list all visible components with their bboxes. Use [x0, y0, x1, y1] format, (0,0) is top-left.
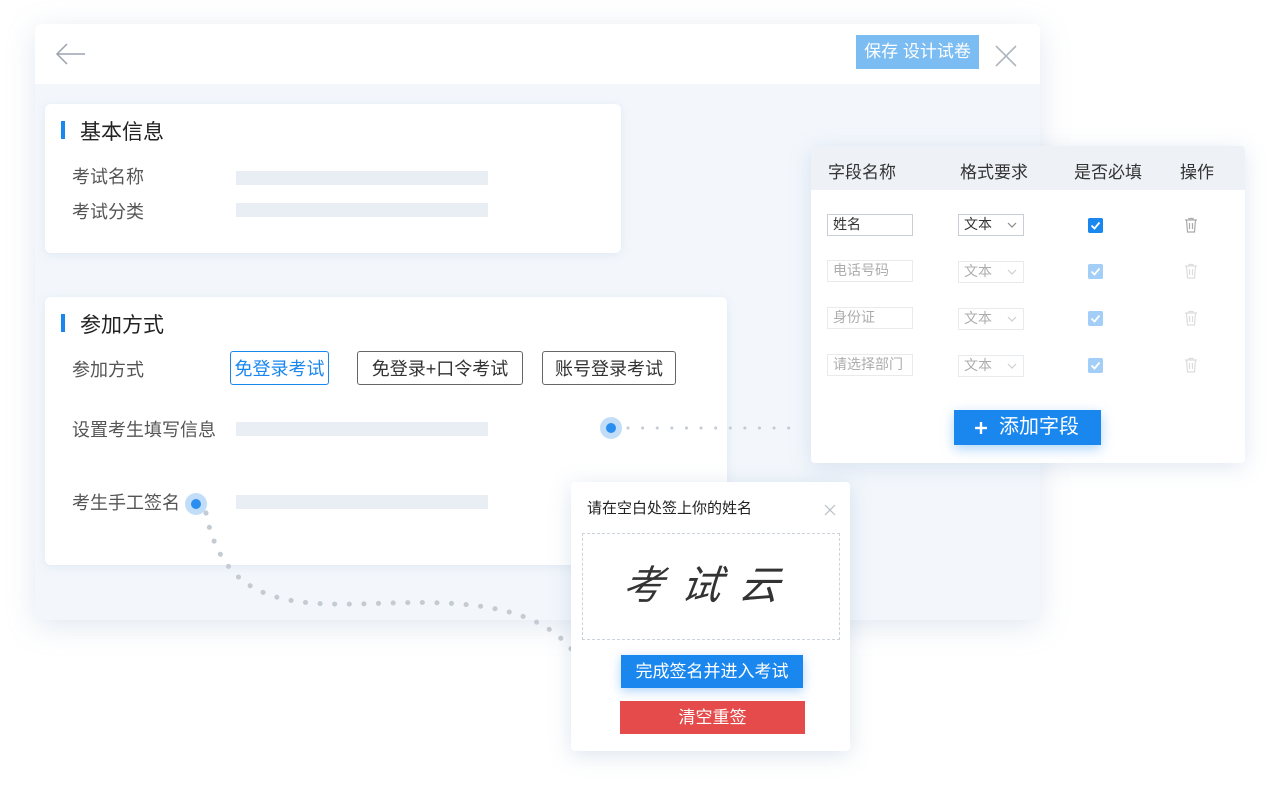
candidate-info-label: 设置考生填写信息: [72, 420, 216, 441]
trash-icon[interactable]: [1184, 310, 1198, 326]
column-field-name: 字段名称: [828, 163, 896, 183]
close-icon[interactable]: [992, 42, 1020, 70]
format-select[interactable]: 文本: [958, 355, 1024, 377]
candidate-info-field[interactable]: [236, 422, 488, 436]
chevron-down-icon: [1007, 222, 1017, 228]
format-select[interactable]: 文本: [958, 214, 1024, 236]
format-select-value: 文本: [964, 311, 992, 327]
option-no-login-password[interactable]: 免登录+口令考试: [357, 351, 523, 385]
field-name-input[interactable]: 电话号码: [827, 260, 913, 282]
option-account-login[interactable]: 账号登录考试: [542, 351, 676, 385]
finish-signature-label: 完成签名并进入考试: [635, 662, 789, 681]
required-checkbox[interactable]: [1088, 311, 1103, 326]
connector-dot-center: [606, 423, 616, 433]
format-select-value: 文本: [964, 358, 992, 374]
format-select[interactable]: 文本: [958, 308, 1024, 330]
exam-category-label: 考试分类: [72, 202, 144, 223]
column-required: 是否必填: [1074, 163, 1142, 183]
required-checkbox[interactable]: [1088, 358, 1103, 373]
required-checkbox[interactable]: [1088, 218, 1103, 233]
trash-icon[interactable]: [1184, 357, 1198, 373]
exam-name-label: 考试名称: [72, 167, 144, 188]
required-checkbox[interactable]: [1088, 264, 1103, 279]
exam-name-field[interactable]: [236, 171, 488, 185]
trash-icon[interactable]: [1184, 263, 1198, 279]
chevron-down-icon: [1007, 269, 1017, 275]
format-select[interactable]: 文本: [958, 261, 1024, 283]
add-field-button[interactable]: 添加字段: [954, 410, 1101, 445]
section-marker: [61, 314, 65, 332]
trash-icon[interactable]: [1184, 217, 1198, 233]
join-method-label: 参加方式: [72, 360, 144, 381]
connector-dot-center: [191, 499, 201, 509]
field-name-input[interactable]: 请选择部门: [827, 354, 913, 376]
option-no-login[interactable]: 免登录考试: [230, 351, 329, 385]
handwritten-signature: 考试云: [620, 563, 801, 609]
join-method-title: 参加方式: [80, 313, 164, 337]
format-select-value: 文本: [964, 264, 992, 280]
save-design-button[interactable]: 保存 设计试卷: [856, 35, 979, 69]
section-marker: [61, 121, 65, 139]
chevron-down-icon: [1007, 316, 1017, 322]
clear-signature-label: 清空重签: [678, 708, 747, 727]
field-name-input[interactable]: 身份证: [827, 307, 913, 329]
field-name-input[interactable]: 姓名: [827, 214, 913, 236]
column-format: 格式要求: [960, 163, 1028, 183]
clear-signature-button[interactable]: 清空重签: [620, 701, 805, 734]
column-actions: 操作: [1180, 163, 1214, 183]
signature-field[interactable]: [236, 495, 488, 509]
signature-label: 考生手工签名: [72, 493, 180, 514]
exam-category-field[interactable]: [236, 203, 488, 217]
format-select-value: 文本: [964, 217, 992, 233]
plus-icon: [975, 422, 987, 434]
back-arrow-icon[interactable]: [54, 40, 88, 68]
chevron-down-icon: [1007, 363, 1017, 369]
signature-dialog-title: 请在空白处签上你的姓名: [587, 499, 753, 517]
basic-info-title: 基本信息: [80, 120, 164, 144]
finish-signature-button[interactable]: 完成签名并进入考试: [621, 655, 803, 688]
close-icon[interactable]: [822, 502, 838, 518]
add-field-label: 添加字段: [999, 416, 1079, 438]
